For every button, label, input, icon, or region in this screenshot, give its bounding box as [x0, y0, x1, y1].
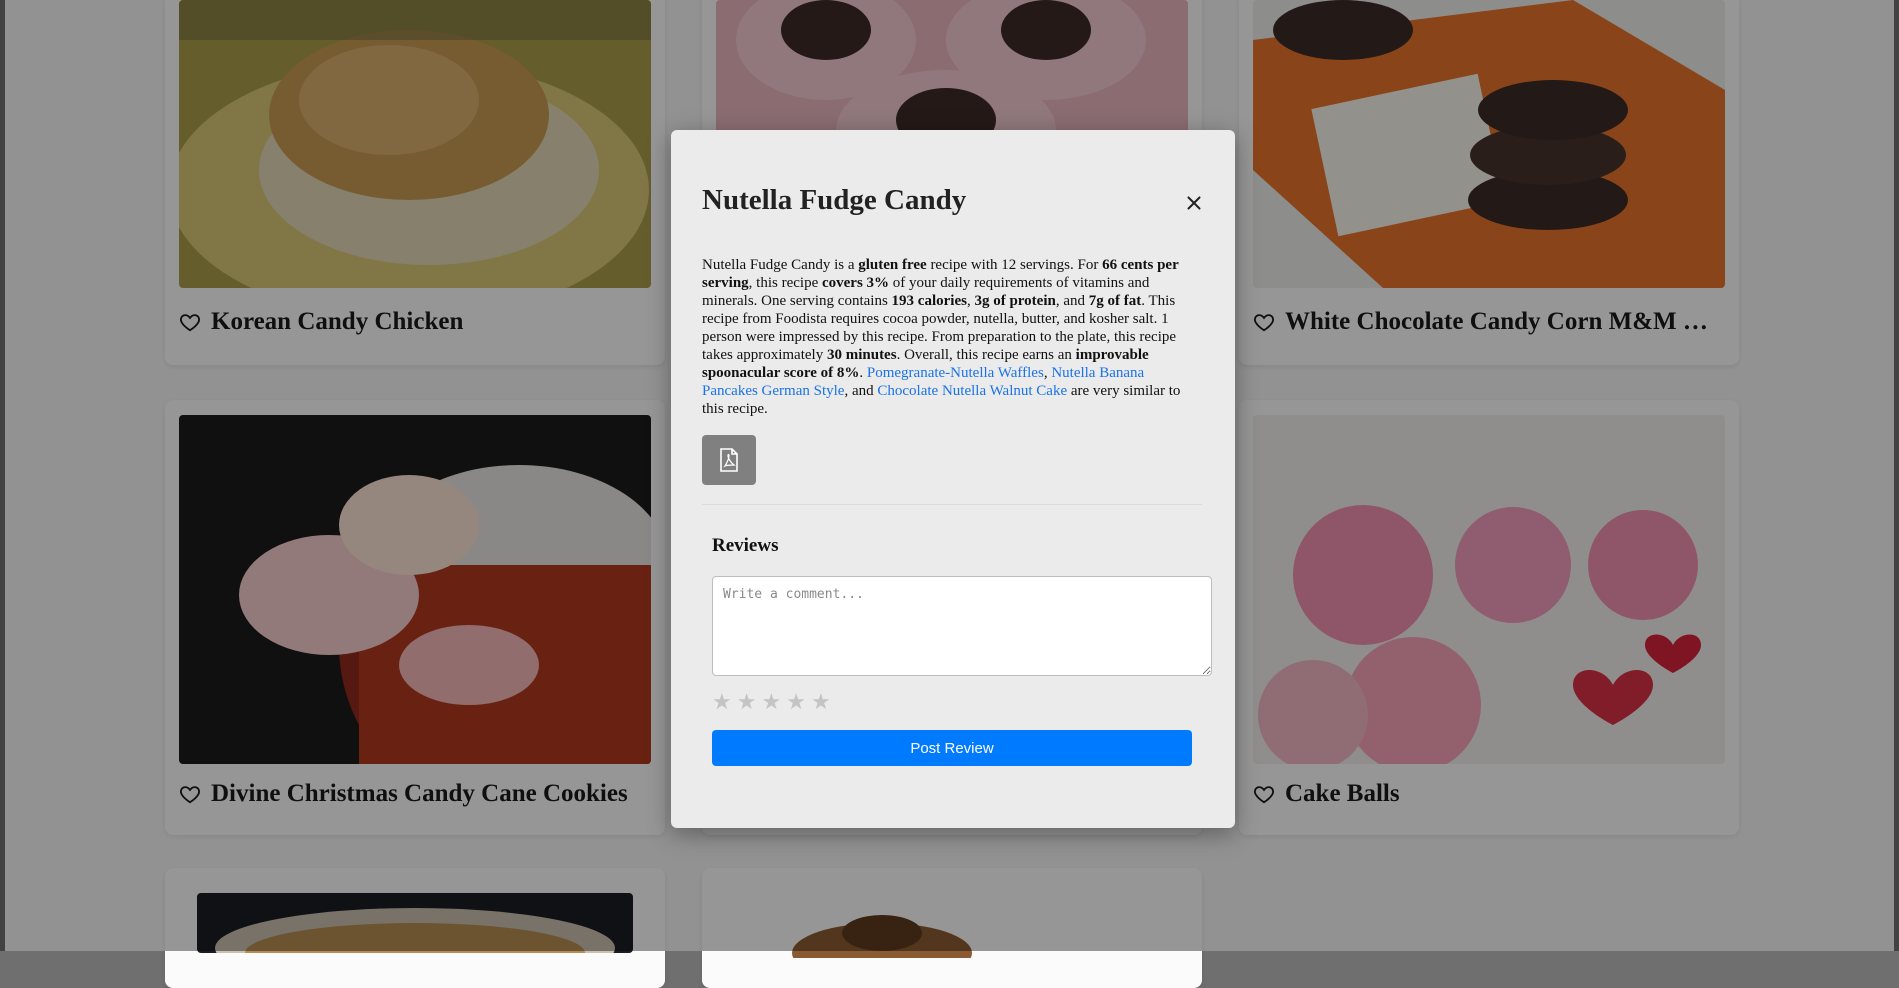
summary-text: . Overall, this recipe earns an: [896, 347, 1076, 363]
recipe-modal: Nutella Fudge Candy Nutella Fudge Candy …: [671, 130, 1235, 828]
close-icon[interactable]: [1183, 192, 1205, 214]
summary-text: recipe with 12 servings. For: [926, 257, 1103, 273]
recipe-summary: Nutella Fudge Candy is a gluten free rec…: [702, 256, 1202, 418]
summary-bold: 3g of protein: [974, 293, 1056, 309]
summary-bold: 7g of fat: [1088, 293, 1142, 309]
download-pdf-button[interactable]: [702, 435, 756, 485]
comment-input[interactable]: [712, 576, 1212, 676]
reviews-heading: Reviews: [712, 535, 779, 556]
divider: [702, 504, 1202, 505]
summary-bold: 30 minutes: [826, 347, 897, 363]
summary-text: Nutella Fudge Candy is a: [702, 257, 859, 273]
star-icon[interactable]: ★: [712, 692, 732, 714]
summary-text: .: [859, 365, 867, 381]
star-icon[interactable]: ★: [811, 692, 831, 714]
post-review-button[interactable]: Post Review: [712, 730, 1192, 766]
star-rating[interactable]: ★ ★ ★ ★ ★: [712, 692, 831, 714]
similar-recipe-link[interactable]: Chocolate Nutella Walnut Cake: [877, 383, 1067, 399]
modal-title: Nutella Fudge Candy: [702, 184, 967, 216]
summary-bold: 193 calories: [891, 293, 967, 309]
summary-text: , and: [844, 383, 878, 399]
star-icon[interactable]: ★: [737, 692, 757, 714]
summary-text: , this recipe: [748, 275, 822, 291]
star-icon[interactable]: ★: [761, 692, 781, 714]
summary-bold: covers 3%: [821, 275, 890, 291]
summary-text: , and: [1055, 293, 1089, 309]
summary-bold: gluten free: [858, 257, 927, 273]
pdf-file-icon: [720, 448, 738, 472]
similar-recipe-link[interactable]: Pomegranate-Nutella Waffles: [867, 365, 1044, 381]
star-icon[interactable]: ★: [786, 692, 806, 714]
